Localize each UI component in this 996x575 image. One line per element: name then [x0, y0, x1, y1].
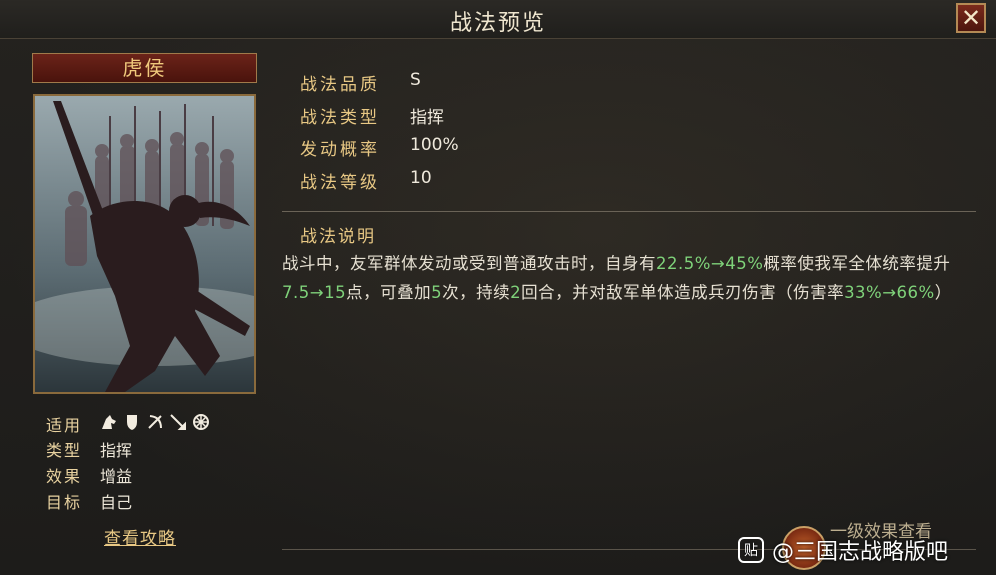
- quality-label: 战法品质: [300, 75, 380, 95]
- desc-growth-chance: 22.5%→45%: [656, 254, 764, 273]
- desc-growth-command: 7.5→15: [282, 283, 347, 302]
- applicable-label: 适用: [46, 416, 83, 435]
- desc-growth-damage: 33%→66%: [844, 283, 935, 302]
- cavalry-icon: [102, 415, 116, 429]
- target-value: 自己: [100, 493, 133, 512]
- shield-icon: [127, 415, 137, 430]
- tieba-badge-icon: 贴: [738, 537, 764, 563]
- skill-type-label: 战法类型: [300, 108, 380, 128]
- skill-name-plate: 虎侯: [32, 53, 257, 83]
- watermark-text: @三国志战略版吧: [772, 540, 949, 565]
- type-label: 类型: [46, 441, 83, 460]
- divider: [282, 211, 976, 212]
- view-guide-link[interactable]: 查看攻略: [104, 524, 176, 549]
- trigger-rate-value: 100%: [410, 135, 459, 155]
- desc-duration: 2: [510, 283, 522, 302]
- desc-text-4: 次，持续: [442, 283, 511, 302]
- skill-type-value: 指挥: [410, 108, 444, 128]
- warrior-silhouette-art: [35, 96, 254, 392]
- skill-description: 战斗中，友军群体发动或受到普通攻击时，自身有22.5%→45%概率使我军全体统率…: [282, 249, 972, 307]
- desc-text-3: 点，可叠加: [346, 283, 432, 302]
- close-icon: ✕: [960, 4, 982, 32]
- spear-icon: [170, 414, 186, 430]
- desc-text-1: 战斗中，友军群体发动或受到普通攻击时，自身有: [282, 254, 656, 273]
- skill-portrait: [33, 94, 256, 394]
- bow-icon: [148, 415, 162, 429]
- desc-text-6: ）: [934, 283, 952, 302]
- trigger-rate-label: 发动概率: [300, 140, 380, 160]
- window-title: 战法预览: [449, 11, 546, 36]
- desc-text-5: 回合，并对敌军单体造成兵刃伤害（伤害率: [521, 283, 845, 302]
- description-title: 战法说明: [300, 227, 376, 247]
- desc-stack-count: 5: [431, 283, 443, 302]
- unit-type-icons: [100, 413, 210, 431]
- skill-preview-window: 战法预览 ✕ 虎侯 适用 类型 指挥 效果 增益 目标 自己 查看攻略 战法品质…: [0, 0, 996, 575]
- siege-wheel-icon: [193, 414, 209, 430]
- close-button[interactable]: ✕: [956, 3, 986, 33]
- watermark: 贴 @三国志战略版吧: [738, 533, 948, 567]
- skill-level-label: 战法等级: [300, 173, 380, 193]
- target-label: 目标: [46, 493, 83, 512]
- effect-value: 增益: [100, 467, 133, 486]
- quality-value: S: [410, 70, 421, 90]
- type-value: 指挥: [100, 441, 133, 460]
- skill-level-value: 10: [410, 168, 432, 188]
- desc-text-2: 概率使我军全体统率提升: [763, 254, 951, 273]
- effect-label: 效果: [46, 467, 83, 486]
- title-bar: 战法预览 ✕: [0, 0, 996, 39]
